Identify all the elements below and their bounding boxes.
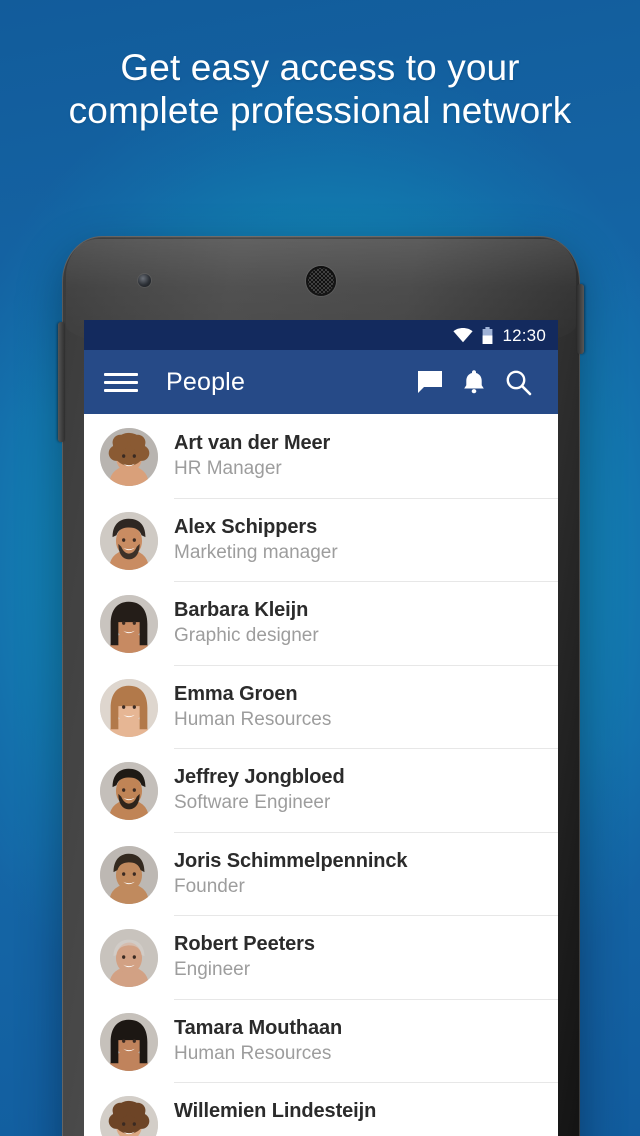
hamburger-menu-icon[interactable] <box>104 364 140 400</box>
bell-icon <box>464 370 484 394</box>
person-role: Human Resources <box>174 1042 332 1064</box>
battery-icon <box>482 326 493 344</box>
person-role: Software Engineer <box>174 792 331 813</box>
phone-mockup: 12:30 People Art van der Meer HR Manager… <box>58 236 584 1136</box>
person-text: Emma Groen Human Resources <box>174 679 558 732</box>
avatar <box>100 428 158 486</box>
power-button[interactable] <box>577 284 584 354</box>
list-item[interactable]: Barbara Kleijn Graphic designer <box>84 581 558 665</box>
person-role: Human Resources <box>174 708 332 730</box>
status-time: 12:30 <box>502 325 546 345</box>
person-text: Willemien Lindesteijn <box>174 1096 558 1125</box>
person-name: Willemien Lindesteijn <box>174 1100 377 1122</box>
avatar <box>100 1096 158 1136</box>
people-list[interactable]: Art van der Meer HR Manager Alex Schipper… <box>84 414 558 1136</box>
person-name: Tamara Mouthaan <box>174 1016 343 1039</box>
list-item[interactable]: Tamara Mouthaan Human Resources <box>84 998 558 1083</box>
avatar <box>100 929 158 987</box>
list-item[interactable]: Jeffrey Jongbloed Software Engineer <box>84 748 558 832</box>
person-text: Alex Schippers Marketing manager <box>174 512 558 565</box>
search-icon <box>506 370 531 395</box>
avatar <box>100 678 158 737</box>
list-item[interactable]: Alex Schippers Marketing manager <box>84 497 558 582</box>
avatar <box>100 762 158 820</box>
list-item[interactable]: Emma Groen Human Resources <box>84 664 558 749</box>
person-text: Robert Peeters Engineer <box>174 929 558 982</box>
person-text: Art van der Meer HR Manager <box>174 428 558 481</box>
messages-button[interactable] <box>408 360 452 404</box>
person-name: Alex Schippers <box>174 515 318 538</box>
app-bar: People <box>84 350 558 414</box>
avatar <box>100 1012 158 1071</box>
person-text: Jeffrey Jongbloed Software Engineer <box>174 762 558 815</box>
person-role: Founder <box>174 875 245 897</box>
avatar <box>100 595 158 653</box>
person-name: Joris Schimmelpenninck <box>174 849 408 872</box>
person-text: Joris Schimmelpenninck Founder <box>174 846 558 899</box>
wifi-icon <box>453 327 474 343</box>
page-title: Get easy access to your complete profess… <box>68 47 572 131</box>
person-text: Tamara Mouthaan Human Resources <box>174 1013 558 1066</box>
person-name: Jeffrey Jongbloed <box>174 766 345 788</box>
phone-screen: 12:30 People Art van der Meer HR Manager… <box>84 320 558 1136</box>
list-item[interactable]: Art van der Meer HR Manager <box>84 414 558 498</box>
person-role: HR Manager <box>174 458 282 479</box>
notifications-button[interactable] <box>452 360 496 404</box>
person-role: Engineer <box>174 959 251 980</box>
chat-bubble-icon <box>418 371 442 393</box>
person-name: Art van der Meer <box>174 432 331 454</box>
person-name: Emma Groen <box>174 682 298 705</box>
avatar <box>100 845 158 904</box>
person-role: Marketing manager <box>174 541 338 563</box>
person-text: Barbara Kleijn Graphic designer <box>174 595 558 648</box>
app-bar-title: People <box>166 367 246 396</box>
earpiece-speaker-icon <box>306 266 336 296</box>
person-role: Graphic designer <box>174 625 319 646</box>
volume-rocker-button[interactable] <box>58 322 65 442</box>
front-camera-icon <box>138 274 151 287</box>
list-item[interactable]: Joris Schimmelpenninck Founder <box>84 831 558 916</box>
avatar <box>100 511 158 570</box>
person-name: Barbara Kleijn <box>174 599 309 621</box>
list-item[interactable]: Robert Peeters Engineer <box>84 915 558 999</box>
status-bar: 12:30 <box>84 320 558 350</box>
list-item[interactable]: Willemien Lindesteijn <box>84 1082 558 1136</box>
person-name: Robert Peeters <box>174 933 315 955</box>
search-button[interactable] <box>496 360 540 404</box>
